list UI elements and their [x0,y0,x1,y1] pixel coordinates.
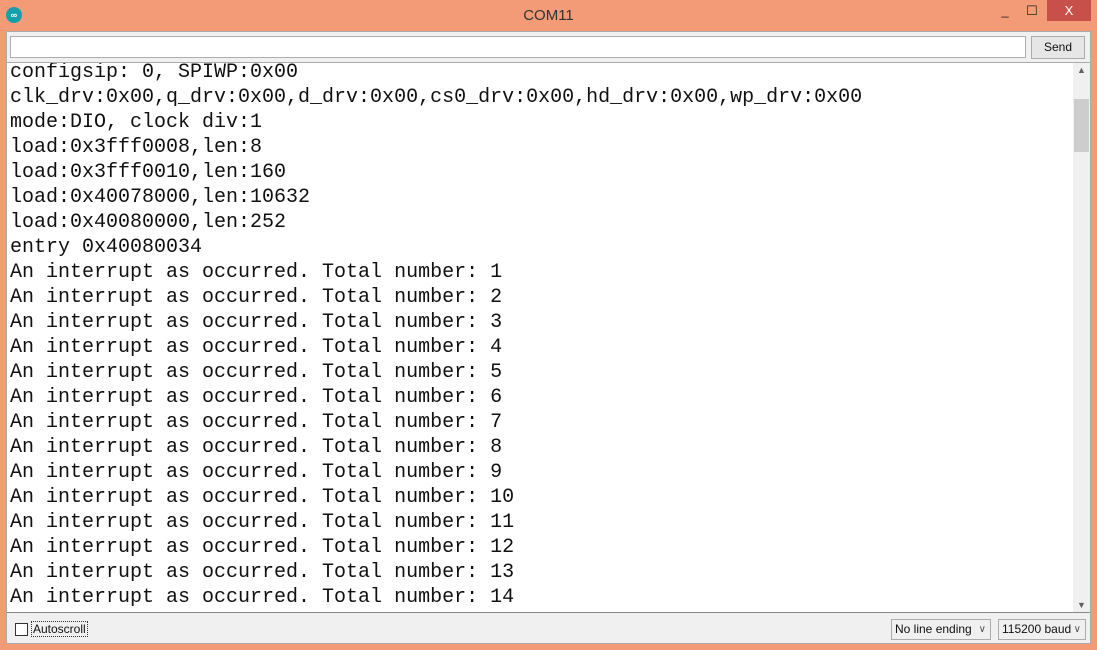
chevron-down-icon: ∨ [1074,620,1081,639]
output-line: An interrupt as occurred. Total number: … [10,585,862,610]
serial-monitor: Send configsip: 0, SPIWP:0x00clk_drv:0x0… [6,31,1091,644]
output-line: load:0x3fff0008,len:8 [10,135,862,160]
output-line: An interrupt as occurred. Total number: … [10,335,862,360]
line-ending-value: No line ending [895,622,972,636]
window-title: COM11 [0,7,1097,24]
output-line: An interrupt as occurred. Total number: … [10,410,862,435]
maximize-button[interactable]: ☐ [1018,0,1046,21]
vertical-scrollbar[interactable]: ▲ ▼ [1073,63,1090,612]
output-line: load:0x40080000,len:252 [10,210,862,235]
output-line: An interrupt as occurred. Total number: … [10,560,862,585]
baud-rate-value: 115200 baud [1002,622,1071,636]
chevron-down-icon: ∨ [979,620,986,639]
autoscroll-checkbox[interactable] [15,623,28,636]
scroll-up-icon[interactable]: ▲ [1073,65,1090,75]
minimize-button[interactable]: _ [991,0,1019,21]
output-line: An interrupt as occurred. Total number: … [10,485,862,510]
output-line: An interrupt as occurred. Total number: … [10,385,862,410]
output-line: An interrupt as occurred. Total number: … [10,260,862,285]
output-line: An interrupt as occurred. Total number: … [10,535,862,560]
send-input[interactable] [10,36,1026,58]
output-line: An interrupt as occurred. Total number: … [10,460,862,485]
output-line: mode:DIO, clock div:1 [10,110,862,135]
close-button[interactable]: X [1047,0,1091,21]
line-ending-select[interactable]: No line ending ∨ [891,619,991,640]
output-lines: configsip: 0, SPIWP:0x00clk_drv:0x00,q_d… [10,62,862,610]
autoscroll-label[interactable]: Autoscroll [31,621,88,637]
title-bar: ∞ COM11 _ ☐ X [0,0,1097,31]
scrollbar-thumb[interactable] [1074,99,1089,152]
output-line: An interrupt as occurred. Total number: … [10,435,862,460]
output-line: An interrupt as occurred. Total number: … [10,510,862,535]
baud-rate-select[interactable]: 115200 baud∨ [998,619,1086,640]
output-line: load:0x3fff0010,len:160 [10,160,862,185]
output-line: entry 0x40080034 [10,235,862,260]
send-button[interactable]: Send [1031,36,1085,59]
output-line: An interrupt as occurred. Total number: … [10,360,862,385]
output-line: configsip: 0, SPIWP:0x00 [10,62,862,85]
serial-output: configsip: 0, SPIWP:0x00clk_drv:0x00,q_d… [7,62,1090,613]
output-line: An interrupt as occurred. Total number: … [10,285,862,310]
scroll-down-icon[interactable]: ▼ [1073,600,1090,610]
output-line: clk_drv:0x00,q_drv:0x00,d_drv:0x00,cs0_d… [10,85,862,110]
footer-bar: Autoscroll No line ending∨ 115200 baud∨ [7,615,1090,643]
output-line: An interrupt as occurred. Total number: … [10,310,862,335]
output-line: load:0x40078000,len:10632 [10,185,862,210]
